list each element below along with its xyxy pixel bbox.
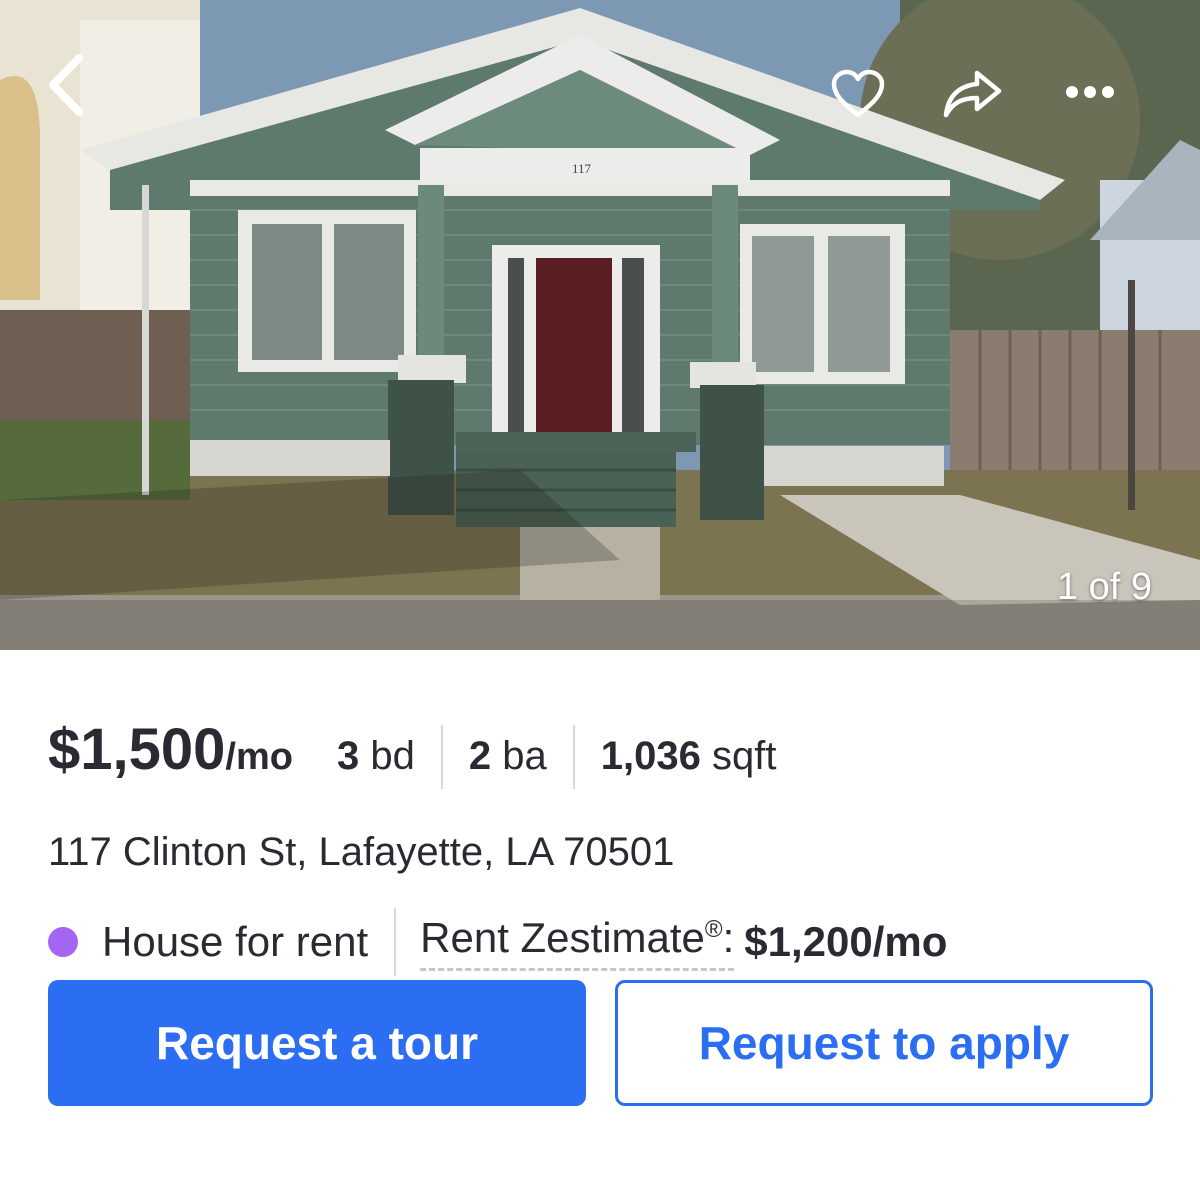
status-dot-icon: [48, 927, 78, 957]
request-tour-button[interactable]: Request a tour: [48, 980, 586, 1106]
price-row: $1,500/mo 3 bd 2 ba 1,036 sqft: [48, 716, 802, 789]
zestimate-value: $1,200/mo: [744, 918, 948, 965]
rent-price-unit: /mo: [225, 736, 293, 778]
listing-type: House for rent: [102, 918, 369, 965]
house-photo-image: 117: [0, 0, 1200, 650]
sqft-label: sqft: [711, 734, 777, 778]
home-facts: 3 bd 2 ba 1,036 sqft: [337, 724, 803, 789]
listing-address: 117 Clinton St, Lafayette, LA 70501: [48, 830, 675, 874]
zestimate-label: Rent Zestimate: [420, 913, 705, 961]
more-options-button[interactable]: [1060, 74, 1120, 110]
chevron-left-icon: [49, 54, 83, 116]
photo-counter: 1 of 9: [1056, 566, 1152, 608]
baths-fact: 2 ba: [443, 734, 573, 779]
share-button[interactable]: [940, 64, 1004, 124]
beds-label: bd: [370, 734, 415, 778]
favorite-button[interactable]: [826, 66, 890, 122]
sqft-fact: 1,036 sqft: [575, 734, 803, 779]
house-number-plaque: 117: [572, 161, 592, 176]
rent-price: $1,500: [48, 717, 226, 782]
registered-mark: ®: [704, 915, 723, 943]
request-apply-button[interactable]: Request to apply: [615, 980, 1153, 1106]
beds-value: 3: [336, 734, 360, 778]
baths-label: ba: [502, 734, 547, 778]
back-button[interactable]: [36, 52, 96, 118]
zestimate-colon: :: [722, 913, 735, 961]
share-arrow-icon: [943, 70, 1002, 118]
sqft-value: 1,036: [600, 734, 701, 778]
status-divider: [394, 908, 397, 976]
rent-zestimate-link[interactable]: Rent Zestimate®:: [420, 913, 735, 971]
beds-fact: 3 bd: [337, 734, 441, 779]
heart-icon: [831, 69, 885, 118]
more-dots-icon: [1066, 86, 1114, 98]
baths-value: 2: [468, 734, 492, 778]
listing-photo[interactable]: 117 1 of 9: [0, 0, 1200, 650]
listing-status-row: House for rent Rent Zestimate®: $1,200/m…: [48, 908, 947, 976]
